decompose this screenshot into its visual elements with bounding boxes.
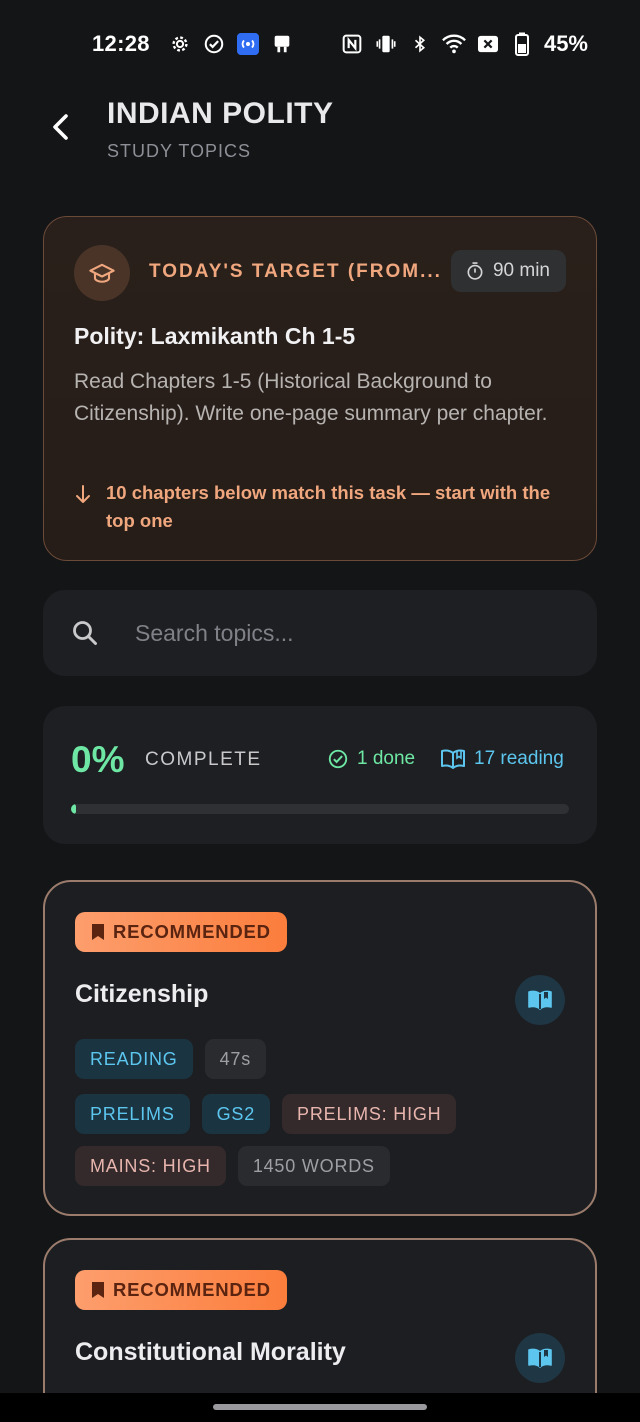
search-icon: [73, 621, 97, 645]
time-chip: 47s: [204, 1039, 267, 1079]
book-open-icon: [528, 990, 552, 1010]
target-duration-pill: 90 min: [450, 250, 566, 292]
arrow-down-icon: [76, 485, 90, 503]
back-button[interactable]: [44, 110, 78, 144]
book-open-icon: [441, 749, 465, 769]
target-duration: 90 min: [492, 260, 550, 281]
search-box[interactable]: [43, 590, 597, 676]
status-bar-left: 12:28: [92, 31, 294, 57]
progress-bar: [71, 804, 569, 814]
wifi-icon: [442, 32, 466, 56]
target-label: TODAY'S TARGET (FROM...: [149, 261, 442, 282]
status-bar-right: 45%: [340, 31, 588, 57]
tag-chip: GS2: [201, 1094, 271, 1134]
recommended-badge: RECOMMENDED: [75, 1270, 287, 1310]
hotspot-icon: [236, 32, 260, 56]
target-hint-text: 10 chapters below match this task — star…: [106, 482, 551, 531]
todays-target-card[interactable]: TODAY'S TARGET (FROM... 90 min Polity: L…: [43, 216, 597, 561]
topic-title: Constitutional Morality: [75, 1338, 346, 1366]
search-input[interactable]: [135, 610, 555, 656]
app-header: INDIAN POLITY STUDY TOPICS: [0, 90, 640, 180]
completion-percent: 0%: [71, 739, 125, 780]
no-sim-icon: [476, 32, 500, 56]
bookmark-icon: [92, 1282, 104, 1298]
status-chip: READING: [75, 1039, 193, 1079]
cast-icon: [270, 32, 294, 56]
recommended-badge: RECOMMENDED: [75, 912, 287, 952]
target-title: Polity: Laxmikanth Ch 1-5: [74, 323, 356, 349]
vibrate-icon: [374, 32, 398, 56]
chevron-left-icon: [53, 114, 68, 140]
nfc-icon: [340, 32, 364, 56]
done-stat[interactable]: 1 done: [327, 748, 415, 770]
page-subtitle: STUDY TOPICS: [107, 141, 252, 161]
priority-chip: MAINS: HIGH: [75, 1146, 226, 1186]
battery-icon: [510, 32, 534, 56]
check-circle-icon: [328, 749, 348, 769]
done-count: 1 done: [357, 748, 416, 769]
book-open-icon: [528, 1348, 552, 1368]
reading-stat[interactable]: 17 reading: [440, 748, 564, 770]
target-hint: 10 chapters below match this task — star…: [74, 479, 574, 535]
status-time: 12:28: [92, 31, 150, 56]
progress-bar-fill: [71, 804, 76, 814]
chip-row: PRELIMS GS2 PRELIMS: HIGH: [75, 1094, 457, 1134]
page-title: INDIAN POLITY: [107, 97, 334, 130]
tag-chip: PRELIMS: [75, 1094, 190, 1134]
progress-card: 0% COMPLETE 1 done 17 reading: [43, 706, 597, 844]
chip-row: READING 47s: [75, 1039, 267, 1079]
timer-icon: [467, 262, 483, 280]
start-reading-button[interactable]: [515, 975, 565, 1025]
completion-label: COMPLETE: [145, 749, 262, 770]
gear-icon: [168, 32, 192, 56]
status-bar: 12:28 45%: [0, 0, 640, 88]
recommended-badge-label: RECOMMENDED: [113, 921, 271, 942]
target-description: Read Chapters 1-5 (Historical Background…: [74, 370, 548, 425]
check-circle-icon: [202, 32, 226, 56]
topic-title: Citizenship: [75, 980, 209, 1008]
priority-chip: PRELIMS: HIGH: [282, 1094, 457, 1134]
word-count-chip: 1450 WORDS: [237, 1146, 390, 1186]
bluetooth-icon: [408, 32, 432, 56]
recommended-badge-label: RECOMMENDED: [113, 1279, 271, 1300]
home-indicator[interactable]: [213, 1404, 427, 1410]
chip-row: MAINS: HIGH 1450 WORDS: [75, 1146, 390, 1186]
battery-percent: 45%: [543, 31, 588, 56]
bookmark-icon: [92, 924, 104, 940]
graduation-cap-icon: [74, 245, 130, 301]
topic-card[interactable]: RECOMMENDED Citizenship READING 47s PREL…: [43, 880, 597, 1216]
start-reading-button[interactable]: [515, 1333, 565, 1383]
reading-count: 17 reading: [474, 748, 564, 769]
